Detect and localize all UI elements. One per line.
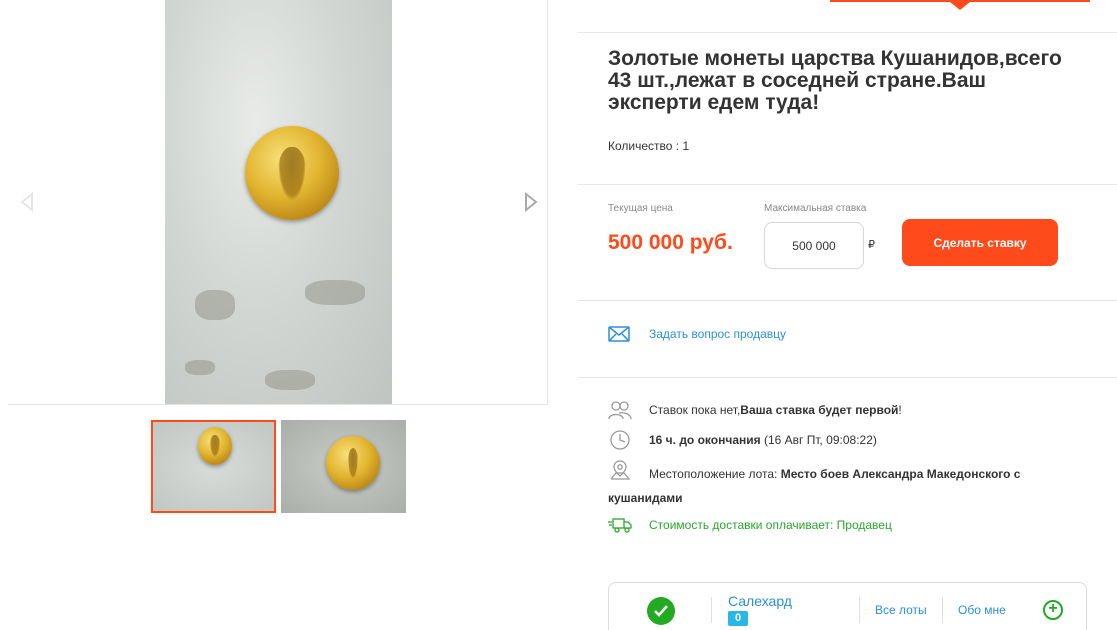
delivery-info: Стоимость доставки оплачивает: Продавец <box>649 518 892 532</box>
divider <box>578 184 1117 185</box>
delivery-row: Стоимость доставки оплачивает: Продавец <box>608 515 892 535</box>
max-bid-label: Максимальная ставка <box>764 203 867 214</box>
divider <box>942 597 943 623</box>
ask-seller-link[interactable]: Задать вопрос продавцу <box>649 327 786 341</box>
max-bid-input[interactable] <box>764 222 864 269</box>
quantity: Количество : 1 <box>608 139 690 153</box>
clock-icon <box>608 430 632 450</box>
mail-icon <box>608 325 630 343</box>
currency-symbol: ₽ <box>868 239 875 251</box>
divider <box>859 597 860 623</box>
thumbnail-1[interactable] <box>151 420 276 513</box>
divider <box>578 300 1117 301</box>
coin-image <box>245 126 339 220</box>
end-date: (16 Авг Пт, 09:08:22) <box>760 433 877 447</box>
time-row: 16 ч. до окончания (16 Авг Пт, 09:08:22) <box>608 430 877 450</box>
lot-title: Золотые монеты царства Кушанидов,всего 4… <box>608 47 1062 114</box>
thumbnail-2[interactable] <box>281 420 406 513</box>
tab-indicator-arrow <box>950 2 970 10</box>
divider <box>711 597 712 623</box>
expand-icon[interactable] <box>497 18 531 52</box>
bids-row: Ставок пока нет, Ваша ставка будет перво… <box>608 400 902 420</box>
truck-icon <box>608 515 632 535</box>
prev-photo-button[interactable] <box>18 192 36 212</box>
bids-bold: Ваша ставка будет первой <box>740 403 899 417</box>
seller-card: Салехард 0 Все лоты Обо мне + <box>608 582 1087 630</box>
main-photo[interactable] <box>165 0 392 404</box>
bids-suffix: ! <box>898 403 902 417</box>
ask-seller-row[interactable]: Задать вопрос продавцу <box>608 325 786 343</box>
divider <box>578 377 1117 378</box>
next-photo-button[interactable] <box>522 192 540 212</box>
bids-prefix: Ставок пока нет, <box>649 403 741 417</box>
time-left: 16 ч. до окончания <box>649 433 761 447</box>
thumbnail-strip <box>151 420 406 513</box>
check-circle-icon <box>647 597 675 625</box>
location-text: Местоположение лота: Место боев Александ… <box>608 462 1078 510</box>
seller-rating-badge: 0 <box>728 611 748 626</box>
seller-name-link[interactable]: Салехард <box>728 593 792 609</box>
current-price-label: Текущая цена <box>608 203 673 214</box>
plus-circle-icon[interactable]: + <box>1043 600 1063 620</box>
users-icon <box>608 400 632 420</box>
place-bid-button[interactable]: Сделать ставку <box>902 219 1058 266</box>
current-price: 500 000 руб. <box>608 231 733 254</box>
gallery-main <box>8 0 548 405</box>
location-label: Местоположение лота: <box>649 467 781 481</box>
divider <box>578 32 1117 33</box>
all-lots-link[interactable]: Все лоты <box>875 603 927 617</box>
lot-page: Золотые монеты царства Кушанидов,всего 4… <box>0 0 1117 630</box>
about-me-link[interactable]: Обо мне <box>958 603 1006 617</box>
